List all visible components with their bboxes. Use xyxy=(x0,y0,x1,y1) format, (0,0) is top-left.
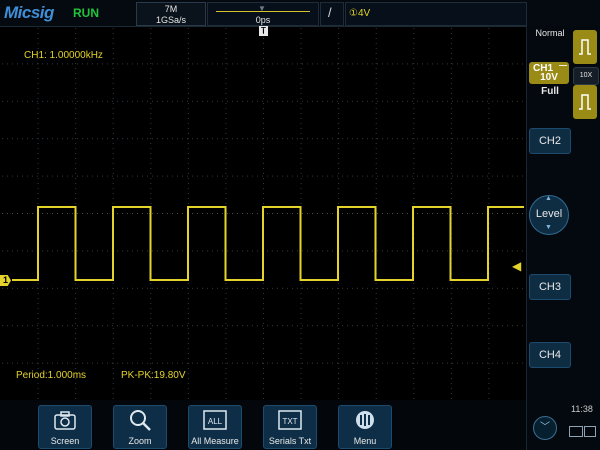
trigger-level-readout: ①4V xyxy=(349,8,371,19)
ch1-coupling: — xyxy=(559,61,567,70)
ch1-waveform-button[interactable] xyxy=(573,85,597,119)
memory-depth: 7M xyxy=(164,4,178,14)
chevron-down-icon: ﹀ xyxy=(540,422,550,433)
horizontal-delay: 0ps xyxy=(255,15,271,25)
all-measure-label: All Measure xyxy=(191,436,239,446)
ch1-trace xyxy=(12,206,524,281)
rising-edge-icon: / xyxy=(328,5,332,20)
chevron-down-icon[interactable]: ▼ xyxy=(545,224,552,231)
menu-button[interactable]: Menu xyxy=(338,405,392,449)
bottom-toolbar: Screen Zoom ALL All Measure TXT Serials … xyxy=(0,400,526,450)
clock: 11:38 xyxy=(571,404,593,414)
magnifier-icon xyxy=(130,410,151,431)
pulse-icon xyxy=(579,94,591,110)
menu-icon xyxy=(356,411,374,429)
ch1-scale: 10V xyxy=(540,72,558,83)
waveform-grid xyxy=(2,28,524,399)
all-measure-button[interactable]: ALL All Measure xyxy=(188,405,242,449)
ch1-coupling-button[interactable] xyxy=(573,30,597,64)
camera-icon xyxy=(54,411,76,430)
zoom-button[interactable]: Zoom xyxy=(113,405,167,449)
period-measurement[interactable]: Period:1.000ms xyxy=(16,370,86,381)
text-icon: TXT xyxy=(278,410,302,430)
brand-logo: Micsig xyxy=(4,3,54,22)
svg-text:ALL: ALL xyxy=(208,417,223,426)
position-pointer-icon: ▼ xyxy=(258,4,266,13)
level-knob[interactable]: ▲ Level ▼ xyxy=(529,195,569,235)
ch3-button[interactable]: CH3 xyxy=(529,274,571,300)
pulse-icon xyxy=(579,39,591,55)
serials-txt-button[interactable]: TXT Serials Txt xyxy=(263,405,317,449)
waveform-display[interactable]: CH1: 1.00000kHz Period:1.000ms PK-PK:19.… xyxy=(0,26,526,400)
screen-label: Screen xyxy=(50,436,80,446)
zoom-label: Zoom xyxy=(128,436,152,446)
chevron-up-icon[interactable]: ▲ xyxy=(545,195,552,202)
usb-icon xyxy=(584,426,596,437)
sample-rate: 1GSa/s xyxy=(155,15,186,25)
storage-icon xyxy=(569,426,583,437)
screen-button[interactable]: Screen xyxy=(38,405,92,449)
trigger-mode[interactable]: Normal xyxy=(527,28,573,38)
horizontal-position-bar[interactable]: ▼ 0ps xyxy=(207,2,319,26)
trigger-level-arrow-icon[interactable]: ◀ xyxy=(512,259,521,273)
measure-icon: ALL xyxy=(203,410,227,430)
acquisition-settings[interactable]: 7M 1GSa/s xyxy=(136,2,206,26)
trigger-slope-button[interactable]: / xyxy=(320,2,344,26)
status-bar: Micsig RUN 7M 1GSa/s ▼ 0ps / ①4V xyxy=(0,0,600,27)
ch1-button[interactable]: CH1 — 10V xyxy=(529,61,569,84)
serials-txt-label: Serials Txt xyxy=(268,436,312,446)
run-stop-button[interactable]: RUN xyxy=(73,6,99,20)
channel-panel: Normal CH1 — 10V Full 10X CH2 ▲ Level ▼ … xyxy=(526,26,600,450)
ch4-button[interactable]: CH4 xyxy=(529,342,571,368)
level-label: Level xyxy=(535,208,563,220)
frequency-readout: CH1: 1.00000kHz xyxy=(24,50,103,61)
trigger-settings[interactable]: ①4V xyxy=(345,2,527,26)
svg-text:TXT: TXT xyxy=(282,417,297,426)
pkpk-measurement[interactable]: PK-PK:19.80V xyxy=(121,370,185,381)
ch1-probe-button[interactable]: 10X xyxy=(573,67,599,85)
collapse-panel-button[interactable]: ﹀ xyxy=(533,416,557,440)
menu-label: Menu xyxy=(353,436,377,446)
ch1-bandwidth[interactable]: Full xyxy=(527,86,573,97)
ch2-button[interactable]: CH2 xyxy=(529,128,571,154)
